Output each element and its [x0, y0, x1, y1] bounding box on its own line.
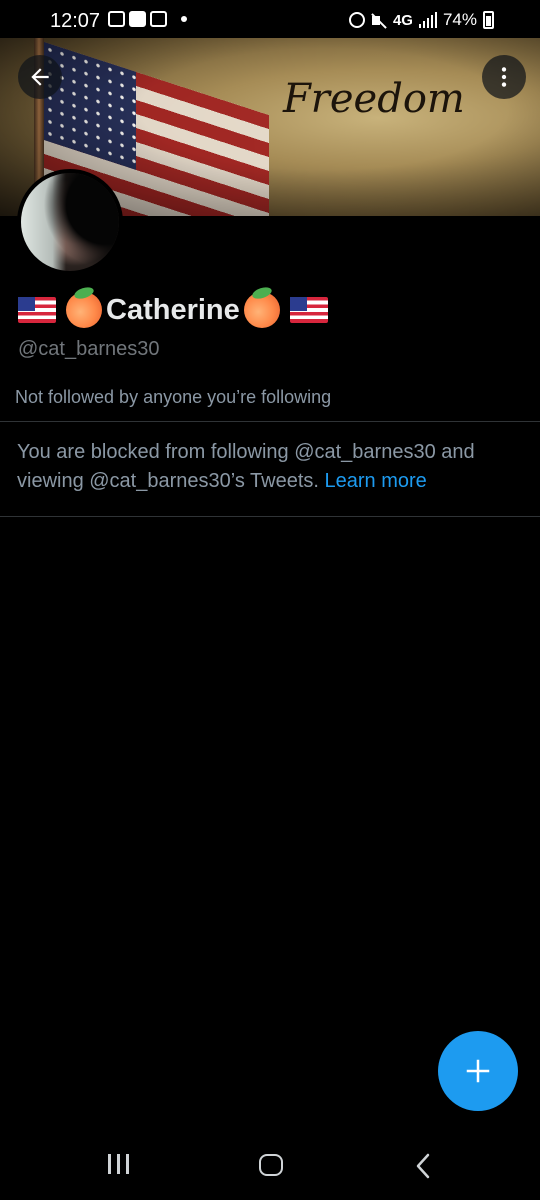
gallery-notification-icon — [108, 11, 125, 27]
divider — [0, 516, 540, 517]
signal-icon — [418, 12, 437, 28]
recent-apps-button[interactable] — [108, 1154, 129, 1174]
home-button[interactable] — [259, 1154, 283, 1176]
more-vertical-icon — [501, 67, 507, 87]
peach-emoji-icon — [243, 292, 280, 328]
status-time: 12:07 — [50, 10, 101, 32]
us-flag-emoji-icon — [289, 297, 328, 323]
blocked-message: You are blocked from following @cat_barn… — [17, 438, 522, 496]
profile-screen: 12:07 4G 74% Freedom Catherine @cat_barn… — [0, 0, 540, 1200]
more-notifications-dot-icon — [181, 16, 187, 22]
plus-icon — [466, 1059, 490, 1083]
youtube-notification-icon — [129, 11, 146, 27]
learn-more-link[interactable]: Learn more — [325, 470, 427, 492]
network-type: 4G — [392, 11, 413, 29]
battery-percent: 74% — [442, 10, 477, 29]
arrow-left-icon — [31, 68, 49, 86]
mute-icon — [371, 12, 387, 28]
divider — [0, 421, 540, 422]
display-name-row: Catherine — [18, 292, 328, 328]
banner-text: Freedom — [283, 76, 465, 122]
followers-you-know-note[interactable]: Not followed by anyone you’re following — [15, 387, 331, 408]
app-notification-icon — [150, 11, 167, 27]
notification-icons — [108, 11, 187, 27]
system-navigation-bar — [0, 1130, 540, 1200]
us-flag-emoji-icon — [18, 297, 56, 323]
alarm-icon — [348, 12, 365, 28]
back-button[interactable] — [18, 55, 62, 99]
status-bar: 12:07 4G 74% — [0, 0, 540, 38]
system-back-button[interactable] — [412, 1152, 434, 1180]
battery-icon — [483, 11, 494, 29]
compose-tweet-button[interactable] — [438, 1031, 518, 1111]
display-name: Catherine — [106, 293, 240, 326]
user-handle: @cat_barnes30 — [18, 338, 160, 360]
more-options-button[interactable] — [482, 55, 526, 99]
system-status-icons: 4G 74% — [348, 10, 494, 30]
avatar[interactable] — [17, 169, 123, 275]
peach-emoji-icon — [66, 292, 102, 328]
